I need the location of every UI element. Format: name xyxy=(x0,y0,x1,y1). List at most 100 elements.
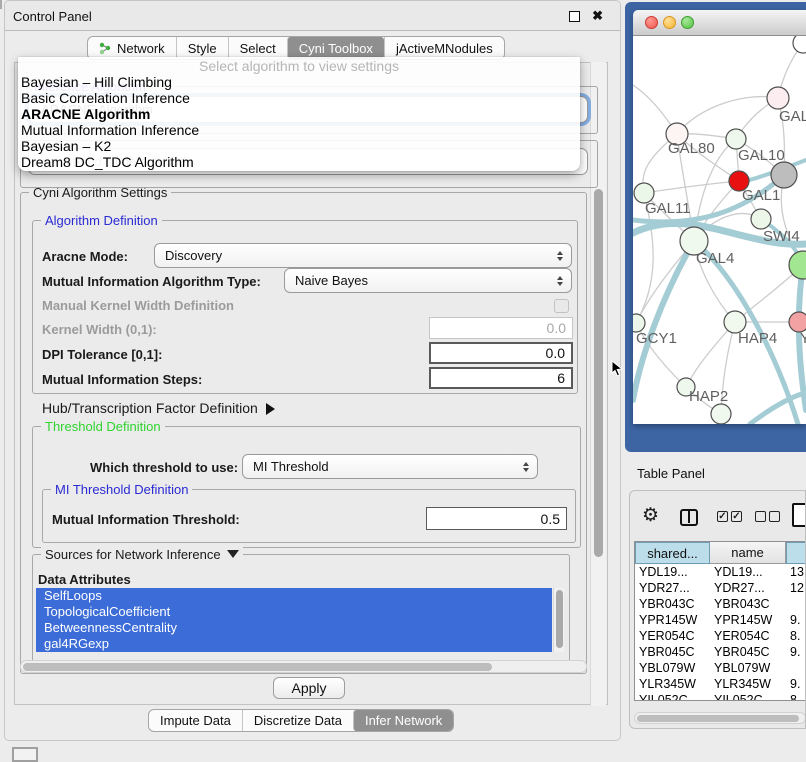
network-edge[interactable] xyxy=(677,97,778,134)
panel-restore-icon[interactable] xyxy=(12,747,38,762)
table-cell: YDR27... xyxy=(710,580,786,596)
column-header[interactable]: shared... xyxy=(635,542,710,564)
table-row[interactable]: YPR145WYPR145W9. xyxy=(635,612,806,628)
network-node[interactable] xyxy=(751,209,771,229)
table-row[interactable]: YDR27...YDR27...12 xyxy=(635,580,806,596)
table-cell: 8 xyxy=(786,692,806,701)
algorithm-popup-prompt: Select algorithm to view settings xyxy=(18,58,580,74)
algorithm-option[interactable]: Bayesian – K2 xyxy=(21,138,583,154)
minimize-traffic-icon[interactable] xyxy=(663,16,676,29)
sources-group-title[interactable]: Sources for Network Inference xyxy=(41,547,243,562)
table-panel-title: Table Panel xyxy=(637,466,705,481)
table-cell: YDL19... xyxy=(710,564,786,580)
table-cell: YER054C xyxy=(710,628,786,644)
table-hscrollbar[interactable] xyxy=(634,712,806,724)
table-cell: YLR345W xyxy=(710,676,786,692)
table-row[interactable]: YBR043CYBR043C xyxy=(635,596,806,612)
algorithm-definition-title: Algorithm Definition xyxy=(41,213,162,228)
attributes-scrollbar[interactable] xyxy=(553,588,564,652)
aracne-mode-select[interactable]: Discovery xyxy=(154,243,572,268)
table-row[interactable]: YER054CYER054C8. xyxy=(635,628,806,644)
mi-steps-input[interactable]: 6 xyxy=(429,367,573,389)
network-node-label: GAL xyxy=(779,108,806,125)
manual-kernel-checkbox[interactable] xyxy=(554,299,569,313)
mi-threshold-group-title: MI Threshold Definition xyxy=(51,482,192,497)
column-header[interactable] xyxy=(786,542,806,564)
mi-threshold-value: 0.5 xyxy=(541,511,560,527)
table-cell: YPR145W xyxy=(635,612,710,628)
algorithm-option[interactable]: Mutual Information Inference xyxy=(21,122,583,138)
gear-icon[interactable]: ⚙ xyxy=(642,506,659,525)
screen: Control Panel ✖ NetworkStyleSelectCyni T… xyxy=(0,0,806,762)
network-edge[interactable] xyxy=(644,181,739,193)
kernel-width-input: 0.0 xyxy=(429,317,573,339)
table-row[interactable]: YBR045CYBR045C9. xyxy=(635,644,806,660)
table-cell: YIL052C xyxy=(635,692,710,701)
algorithm-option[interactable]: Bayesian – Hill Climbing xyxy=(21,74,583,90)
network-canvas[interactable]: GALGAL80GAL10GAL1GAL11SWI4GAL4GCY1HAP4YH… xyxy=(633,36,806,424)
column-layout-icon[interactable] xyxy=(680,509,698,526)
algorithm-option[interactable]: ARACNE Algorithm xyxy=(21,106,583,122)
dpi-tolerance-value: 0.0 xyxy=(546,345,565,361)
algorithm-dropdown-popup: Select algorithm to view settings Bayesi… xyxy=(18,57,580,171)
table-cell: YPR145W xyxy=(710,612,786,628)
select-all-checkbox-icon[interactable]: ✓ xyxy=(717,511,728,522)
apply-button[interactable]: Apply xyxy=(273,677,345,699)
document-icon[interactable] xyxy=(792,503,806,527)
network-node-label: GCY1 xyxy=(636,330,677,347)
data-attributes-label: Data Attributes xyxy=(38,572,131,587)
zoom-traffic-icon[interactable] xyxy=(681,16,694,29)
attribute-item[interactable]: BetweennessCentrality xyxy=(36,620,552,636)
which-threshold-label: Which threshold to use: xyxy=(90,460,238,475)
select-all-checkbox-icon[interactable]: ✓ xyxy=(731,511,742,522)
table-cell: 9. xyxy=(786,676,806,692)
table-row[interactable]: YDL19...YDL19...13 xyxy=(635,564,806,580)
settings-hscrollbar[interactable] xyxy=(20,660,587,673)
algorithm-option[interactable]: Basic Correlation Inference xyxy=(21,90,583,106)
column-header[interactable]: name xyxy=(710,542,786,564)
attribute-item[interactable]: gal4RGexp xyxy=(36,636,552,652)
network-node[interactable] xyxy=(767,87,789,109)
expand-right-icon xyxy=(266,403,275,415)
which-threshold-value: MI Threshold xyxy=(253,459,329,474)
mi-threshold-input[interactable]: 0.5 xyxy=(426,507,567,530)
network-node[interactable] xyxy=(771,162,797,188)
table-cell: YLR345W xyxy=(635,676,710,692)
hub-definition-toggle[interactable]: Hub/Transcription Factor Definition xyxy=(42,400,275,416)
deselect-checkbox-icon[interactable] xyxy=(755,511,766,522)
which-threshold-select[interactable]: MI Threshold xyxy=(242,454,538,479)
table-row[interactable]: YBL079WYBL079W xyxy=(635,660,806,676)
hub-definition-label: Hub/Transcription Factor Definition xyxy=(42,400,258,416)
table-cell: YDL19... xyxy=(635,564,710,580)
network-node[interactable] xyxy=(711,404,731,424)
attribute-item[interactable]: TopologicalCoefficient xyxy=(36,604,552,620)
network-node-label: SWI4 xyxy=(763,228,800,245)
deselect-checkbox-icon[interactable] xyxy=(769,511,780,522)
network-node-label: GAL4 xyxy=(696,250,734,267)
dpi-tolerance-input[interactable]: 0.0 xyxy=(429,342,573,364)
network-node[interactable] xyxy=(726,129,746,149)
table-cell: 9. xyxy=(786,644,806,660)
network-node[interactable] xyxy=(793,36,806,53)
network-node[interactable] xyxy=(789,312,806,332)
table-rows: YDL19...YDL19...13YDR27...YDR27...12YBR0… xyxy=(635,564,806,701)
table-row[interactable]: YLR345WYLR345W9. xyxy=(635,676,806,692)
algorithm-option[interactable]: Dream8 DC_TDC Algorithm xyxy=(21,154,583,170)
network-window: GALGAL80GAL10GAL1GAL11SWI4GAL4GCY1HAP4YH… xyxy=(633,10,806,424)
tab-impute-data[interactable]: Impute Data xyxy=(149,710,242,731)
tab-discretize-data[interactable]: Discretize Data xyxy=(242,710,353,731)
mi-type-select[interactable]: Naive Bayes xyxy=(284,268,572,293)
table-cell: YDR27... xyxy=(635,580,710,596)
table-cell xyxy=(786,596,806,612)
table-panel: ⚙ ✓ ✓ shared...name YDL19...YDL19...13YD… xyxy=(629,490,806,729)
network-window-titlebar[interactable] xyxy=(633,10,806,36)
tab-infer-network[interactable]: Infer Network xyxy=(353,710,453,731)
algorithm-popup-list: Bayesian – Hill ClimbingBasic Correlatio… xyxy=(21,74,583,170)
close-traffic-icon[interactable] xyxy=(645,16,658,29)
table-row[interactable]: YIL052CYIL052C8 xyxy=(635,692,806,701)
tab-label: Impute Data xyxy=(160,713,231,728)
table-cell: YBR043C xyxy=(635,596,710,612)
table-cell: YBL079W xyxy=(635,660,710,676)
attribute-item[interactable]: SelfLoops xyxy=(36,588,552,604)
network-node-label: HAP2 xyxy=(689,388,728,405)
